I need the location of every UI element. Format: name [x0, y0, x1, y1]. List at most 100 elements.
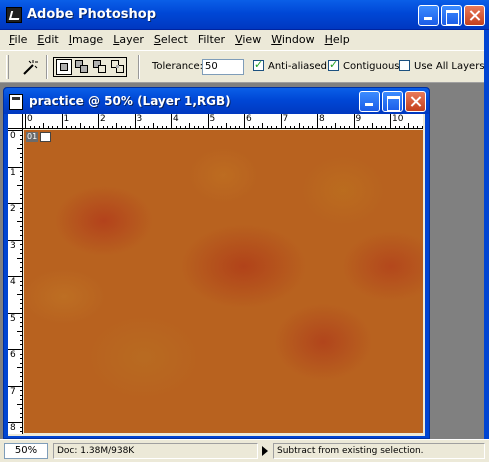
ruler-minor-tick	[230, 126, 232, 128]
menu-view[interactable]: View	[230, 31, 266, 49]
vertical-ruler[interactable]: 0 1 2 3 4 5 6 7 8	[8, 129, 23, 434]
ruler-minor-tick	[20, 280, 22, 282]
ruler-minor-tick	[20, 399, 22, 401]
ruler-minor-tick	[20, 244, 22, 246]
ruler-minor-tick	[20, 198, 22, 200]
menu-label: ile	[14, 33, 28, 46]
menu-layer[interactable]: Layer	[108, 31, 149, 49]
ruler-minor-tick	[20, 376, 22, 378]
close-icon	[406, 92, 425, 111]
menu-select[interactable]: Select	[149, 31, 193, 49]
ruler-minor-tick	[17, 330, 22, 332]
ruler-minor-tick	[417, 126, 419, 128]
ruler-minor-tick	[20, 307, 22, 309]
ruler-minor-tick	[257, 126, 259, 128]
menu-edit[interactable]: Edit	[32, 31, 63, 49]
ruler-origin[interactable]	[8, 114, 23, 129]
document-titlebar[interactable]: practice @ 50% (Layer 1,RGB)	[4, 88, 429, 114]
ruler-minor-tick	[20, 207, 22, 209]
ruler-minor-tick	[212, 126, 214, 128]
ruler-minor-tick	[403, 126, 405, 128]
contiguous-checkbox[interactable]	[328, 58, 339, 71]
menu-image[interactable]: Image	[64, 31, 108, 49]
document-title: practice @ 50% (Layer 1,RGB)	[29, 94, 231, 108]
ruler-minor-tick	[20, 321, 22, 323]
ruler-minor-tick	[367, 126, 369, 128]
anti-aliased-checkbox[interactable]	[253, 58, 264, 71]
doc-maximize-button[interactable]	[382, 91, 403, 112]
ruler-minor-tick	[20, 216, 22, 218]
subtract-from-selection-icon[interactable]	[92, 59, 108, 75]
ruler-label: 4	[10, 277, 16, 287]
ruler-minor-tick	[376, 126, 378, 128]
menu-filter[interactable]: Filter	[193, 31, 230, 49]
ruler-minor-tick	[20, 262, 22, 264]
options-bar-grip[interactable]	[6, 55, 9, 79]
ruler-tick	[390, 114, 391, 128]
ruler-tick	[134, 114, 136, 128]
new-selection-icon[interactable]	[56, 59, 72, 75]
tolerance-label: Tolerance:	[152, 61, 204, 72]
layer-number: 01	[26, 132, 39, 142]
ruler-label: 4	[173, 114, 179, 124]
app-titlebar[interactable]: Adobe Photoshop	[0, 0, 489, 30]
ruler-label: 2	[100, 114, 106, 124]
ruler-minor-tick	[20, 234, 22, 236]
ruler-minor-tick	[344, 126, 346, 128]
maximize-icon	[442, 6, 461, 25]
ruler-minor-tick	[47, 126, 49, 128]
ruler-minor-tick	[20, 358, 22, 360]
tolerance-input[interactable]: 50	[202, 59, 244, 75]
minimize-button[interactable]	[418, 5, 439, 26]
ruler-minor-tick	[371, 123, 373, 128]
maximize-button[interactable]	[441, 5, 462, 26]
ruler-minor-tick	[175, 126, 177, 128]
ruler-minor-tick	[312, 126, 314, 128]
add-to-selection-icon[interactable]	[74, 59, 90, 75]
image-canvas[interactable]: 01	[24, 130, 423, 433]
ruler-minor-tick	[20, 157, 22, 159]
minimize-icon	[419, 6, 438, 25]
use-all-layers-checkbox[interactable]	[399, 60, 410, 71]
ruler-label: 1	[63, 114, 70, 124]
ruler-minor-tick	[221, 126, 223, 128]
magic-wand-icon[interactable]	[20, 57, 40, 77]
ruler-minor-tick	[307, 126, 309, 128]
ruler-minor-tick	[34, 126, 36, 128]
status-menu-arrow-icon[interactable]	[262, 446, 268, 456]
close-button[interactable]	[464, 5, 485, 26]
menu-file[interactable]: File	[4, 31, 32, 49]
doc-close-button[interactable]	[405, 91, 426, 112]
ruler-label: 10	[392, 114, 404, 124]
status-bar: 50% Doc: 1.38M/938K Subtract from existi…	[0, 439, 489, 462]
ruler-tick	[353, 114, 355, 128]
ruler-tick	[171, 114, 172, 128]
intersect-selection-icon[interactable]	[110, 59, 126, 75]
ruler-minor-tick	[285, 126, 287, 128]
options-separator	[138, 55, 140, 79]
menu-help[interactable]: Help	[320, 31, 355, 49]
ruler-minor-tick	[111, 126, 113, 128]
ruler-minor-tick	[102, 126, 104, 128]
ruler-minor-tick	[20, 266, 22, 268]
doc-minimize-button[interactable]	[359, 91, 380, 112]
ruler-label: 7	[282, 114, 289, 124]
ruler-minor-tick	[20, 143, 22, 145]
ruler-label: 2	[10, 204, 16, 214]
ruler-minor-tick	[20, 326, 22, 328]
document-icon[interactable]	[9, 94, 23, 110]
ruler-minor-tick	[20, 412, 22, 414]
ruler-minor-tick	[20, 225, 22, 227]
document-body: 0123456789101 012345678 01	[8, 114, 425, 436]
ruler-minor-tick	[143, 126, 145, 128]
menu-label-accel: H	[324, 33, 333, 46]
horizontal-ruler[interactable]: 0123456789101	[23, 114, 423, 129]
ruler-minor-tick	[20, 303, 22, 305]
ruler-minor-tick	[20, 253, 22, 255]
ruler-minor-tick	[20, 371, 22, 373]
photoshop-logo-icon[interactable]	[6, 7, 22, 23]
menu-label-accel: W	[271, 33, 282, 46]
menu-window[interactable]: Window	[266, 31, 319, 49]
zoom-level-field[interactable]: 50%	[4, 443, 48, 459]
ruler-minor-tick	[225, 123, 227, 128]
